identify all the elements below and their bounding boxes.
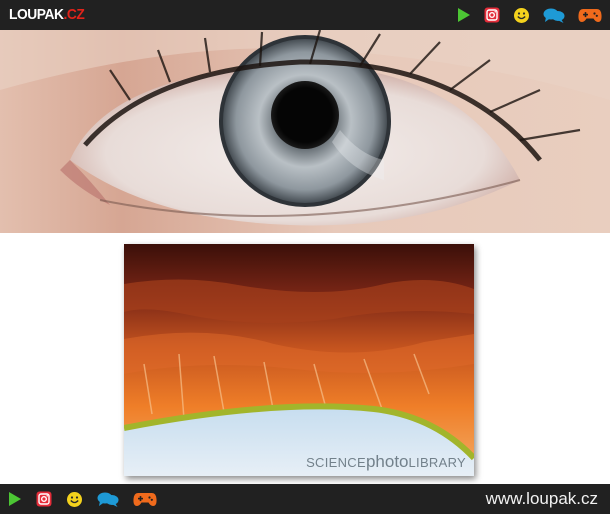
eye-photo	[0, 30, 610, 233]
logo-text: LOUPAK	[9, 6, 64, 23]
watermark-part3: LIBRARY	[408, 455, 466, 470]
bottom-icon-nav	[8, 488, 171, 510]
watermark: SCIENCEphotoLIBRARY	[306, 452, 466, 472]
watermark-part2: photo	[365, 452, 409, 471]
chat-icon[interactable]	[97, 488, 119, 510]
chat-icon[interactable]	[543, 4, 565, 26]
site-url-link[interactable]: www.loupak.cz	[486, 488, 598, 510]
cornea-micrograph-image	[124, 244, 474, 476]
smiley-icon[interactable]	[513, 4, 530, 26]
gamepad-icon[interactable]	[578, 4, 602, 26]
logo-tld: .CZ	[63, 6, 85, 23]
instagram-icon[interactable]	[484, 4, 500, 26]
site-logo[interactable]: LOUPAK.CZ	[9, 5, 85, 25]
watermark-part1: SCIENCE	[306, 455, 366, 470]
top-icon-nav	[444, 4, 602, 26]
play-icon[interactable]	[457, 4, 471, 26]
cornea-micrograph: SCIENCEphotoLIBRARY	[124, 244, 474, 476]
play-icon[interactable]	[8, 488, 22, 510]
instagram-icon[interactable]	[36, 488, 52, 510]
bottom-bar: www.loupak.cz	[0, 484, 610, 514]
smiley-icon[interactable]	[66, 488, 83, 510]
gamepad-icon[interactable]	[133, 488, 157, 510]
top-bar: LOUPAK.CZ	[0, 0, 610, 30]
